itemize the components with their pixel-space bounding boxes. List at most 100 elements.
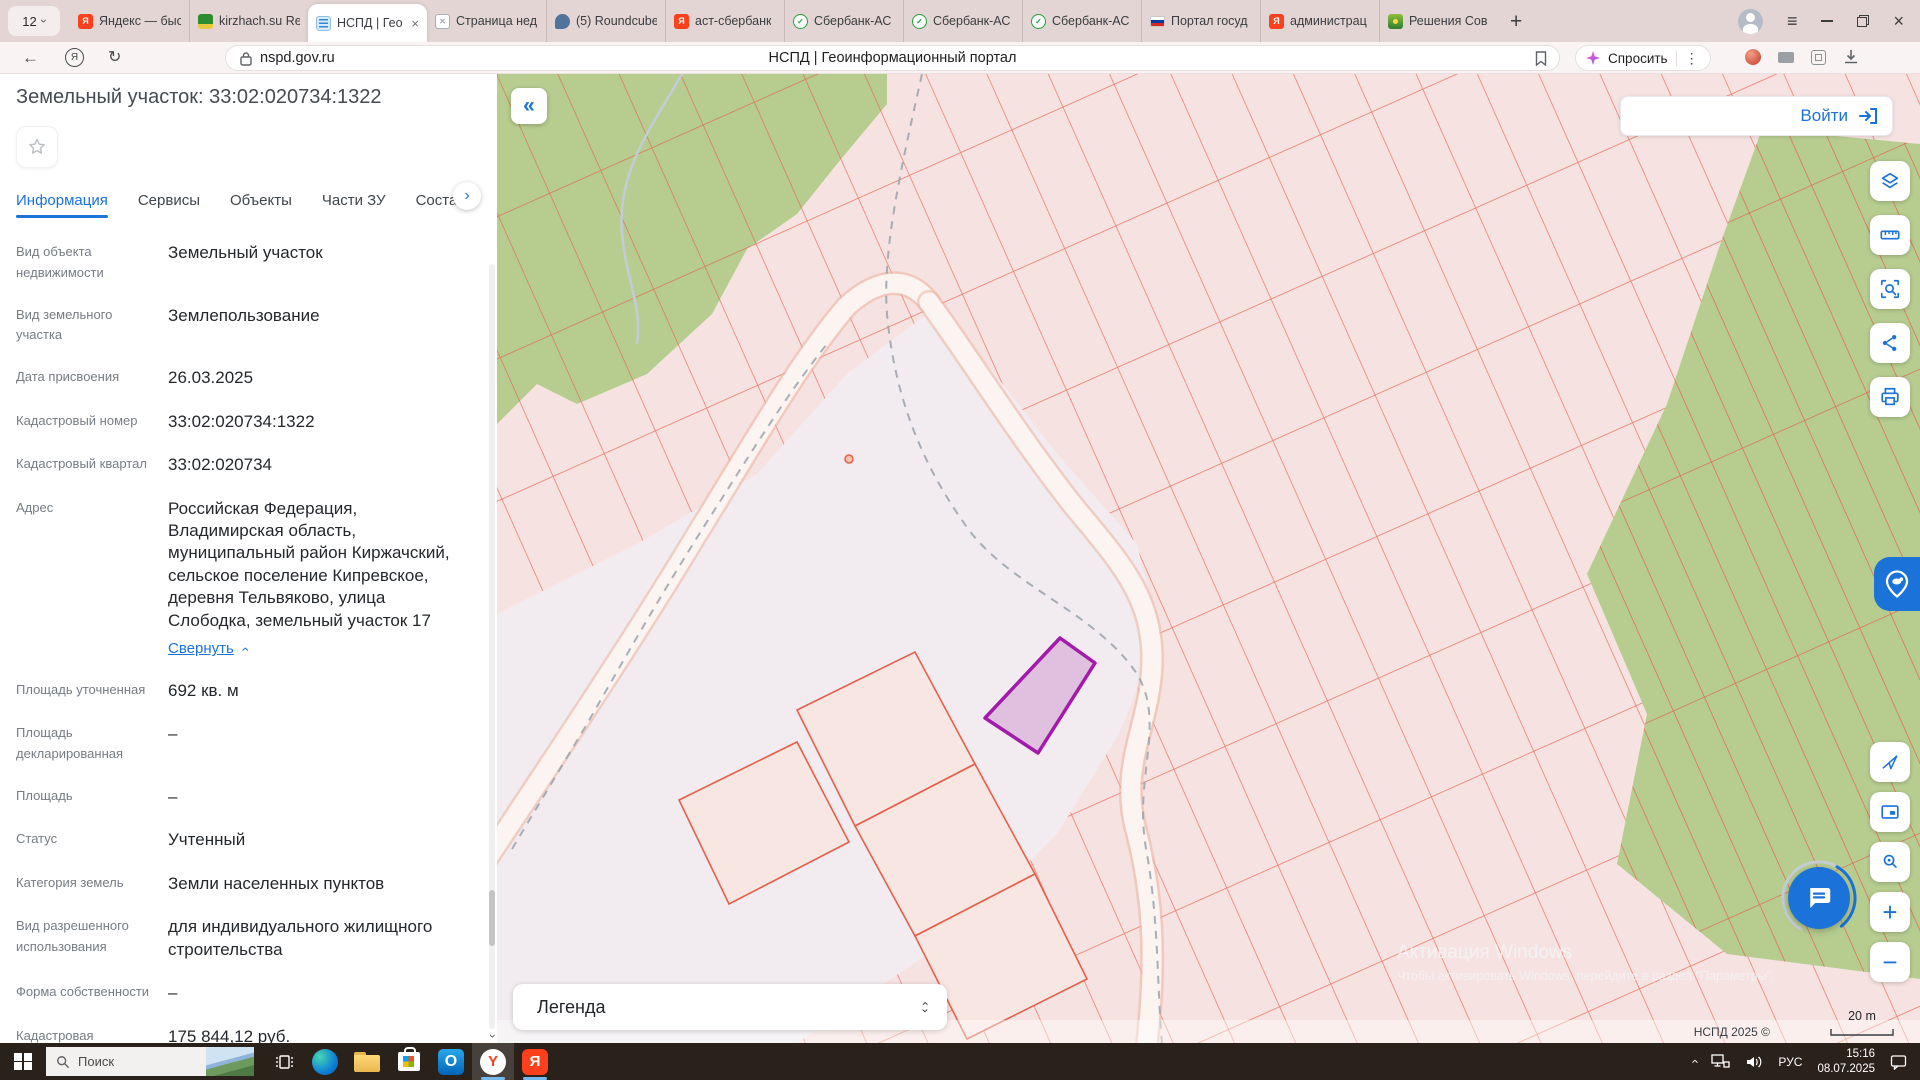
language-indicator[interactable]: РУС	[1778, 1055, 1802, 1069]
print-button[interactable]	[1870, 377, 1910, 417]
search-on-map-button[interactable]	[1870, 842, 1910, 882]
tab-close-icon[interactable]: ×	[411, 16, 419, 31]
start-button[interactable]	[0, 1043, 46, 1080]
emblem-favicon	[1388, 14, 1403, 29]
favorite-star-button[interactable]	[16, 126, 58, 168]
map-area[interactable]: « Войти	[497, 74, 1920, 1043]
login-button[interactable]: Войти	[1800, 106, 1848, 126]
yandex-home-icon[interactable]: Я	[65, 48, 84, 67]
login-bar[interactable]: Войти	[1620, 96, 1893, 136]
tray-expand-icon[interactable]: ›	[1687, 1059, 1702, 1063]
sberbank-check-favicon	[1031, 14, 1046, 29]
cadastral-map[interactable]	[497, 74, 1920, 1043]
browser-tab-administration[interactable]: администрац	[1260, 0, 1379, 42]
volume-icon[interactable]	[1745, 1055, 1763, 1069]
tabs-scroll-right-button[interactable]: ›	[453, 182, 481, 210]
field-row: Вид разрешенного использования для индив…	[16, 916, 467, 961]
taskbar-explorer[interactable]	[346, 1043, 388, 1080]
more-options-icon[interactable]: ⋮	[1685, 50, 1700, 67]
network-icon[interactable]	[1711, 1054, 1730, 1069]
share-button[interactable]	[1870, 323, 1910, 363]
browser-tab-roundcube[interactable]: (5) Roundcube	[546, 0, 665, 42]
layers-button[interactable]	[1870, 161, 1910, 201]
locate-me-button[interactable]	[1870, 742, 1910, 782]
task-view-button[interactable]	[266, 1043, 302, 1080]
field-row: Дата присвоения 26.03.2025	[16, 367, 467, 389]
overview-map-button[interactable]	[1870, 792, 1910, 832]
back-icon[interactable]: ←	[22, 49, 39, 66]
nspd-logo-icon	[1882, 569, 1912, 599]
tab-information[interactable]: Информация	[16, 192, 108, 209]
page-title: НСПД | Геоинформационный портал	[226, 50, 1559, 66]
login-icon	[1858, 107, 1878, 125]
tab-counter[interactable]: 12 ›	[8, 6, 60, 36]
extension-icon-3[interactable]	[1811, 50, 1826, 65]
legend-expand-icon[interactable]: ››	[923, 1000, 927, 1014]
address-collapse-link[interactable]: Свернуть ›	[168, 639, 467, 659]
chat-button[interactable]	[1788, 867, 1850, 929]
download-icon[interactable]	[1843, 49, 1859, 65]
taskbar-search[interactable]: Поиск	[46, 1047, 254, 1076]
browser-menu-icon[interactable]: ≡	[1787, 12, 1798, 30]
profile-avatar[interactable]	[1738, 9, 1763, 34]
browser-tab-sberbank-3[interactable]: Сбербанк-АС	[1022, 0, 1141, 42]
field-row: Площадь –	[16, 786, 467, 808]
address-value: Российская Федерация, Владимирская облас…	[168, 499, 450, 630]
zoom-out-button[interactable]: −	[1870, 942, 1910, 982]
extension-icon-1[interactable]	[1745, 49, 1761, 65]
tab-parcel-parts[interactable]: Части ЗУ	[322, 192, 386, 209]
notification-icon[interactable]	[1890, 1054, 1908, 1070]
scroll-down-icon[interactable]: ›	[486, 1034, 500, 1038]
field-row: Статус Учтенный	[16, 829, 467, 851]
taskbar-outlook[interactable]: O	[430, 1043, 472, 1080]
tab-services[interactable]: Сервисы	[138, 192, 200, 209]
browser-toolbar: ← Я ↻ nspd.gov.ru НСПД | Геоинформационн…	[0, 42, 1920, 74]
sparkle-icon	[1586, 51, 1600, 65]
ask-ai-button[interactable]: Спросить ⋮	[1575, 45, 1711, 71]
new-tab-button[interactable]: +	[1510, 11, 1522, 32]
field-row: Вид земельного участка Землепользование	[16, 305, 467, 347]
clock[interactable]: 15:16 08.07.2025	[1817, 1047, 1875, 1076]
minimize-icon[interactable]	[1821, 20, 1833, 22]
nspd-panel-tab[interactable]	[1874, 557, 1920, 611]
field-row: Кадастровый номер 33:02:020734:1322	[16, 411, 467, 433]
yandex-favicon	[78, 14, 93, 29]
browser-tab-yandex[interactable]: Яндекс — быс	[70, 0, 189, 42]
browser-tab-sberbank-2[interactable]: Сбербанк-АС	[903, 0, 1022, 42]
extension-icon-2[interactable]	[1778, 52, 1794, 63]
browser-tab-gosuslugi[interactable]: Портал госуд	[1141, 0, 1260, 42]
taskbar-edge[interactable]	[304, 1043, 346, 1080]
restore-window-icon[interactable]	[1857, 15, 1869, 27]
sidebar-collapse-button[interactable]: «	[511, 88, 547, 124]
yandex-browser-icon: Y	[480, 1049, 506, 1075]
reload-icon[interactable]: ↻	[108, 50, 121, 66]
tab-composition[interactable]: Соста	[416, 192, 458, 209]
legend-panel[interactable]: Легенда ››	[513, 984, 947, 1030]
close-window-icon[interactable]: ×	[1893, 12, 1904, 30]
bookmark-flag-icon[interactable]	[1535, 51, 1547, 66]
field-row: Категория земель Земли населенных пункто…	[16, 873, 467, 895]
taskbar-yandex[interactable]: Я	[514, 1043, 556, 1080]
print-icon	[1879, 386, 1901, 408]
parcel-title: Земельный участок: 33:02:020734:1322	[16, 86, 466, 109]
browser-tab-kirzhach[interactable]: kirzhach.su Re	[189, 0, 308, 42]
browser-tab-ast-sberbank[interactable]: аст-сбербанк	[665, 0, 784, 42]
measure-button[interactable]	[1870, 215, 1910, 255]
browser-tab-sberbank-1[interactable]: Сбербанк-АС	[784, 0, 903, 42]
area-search-button[interactable]	[1870, 269, 1910, 309]
broken-page-favicon	[435, 14, 450, 29]
search-highlight-image[interactable]	[206, 1047, 254, 1076]
navigation-arrow-icon	[1880, 752, 1900, 772]
browser-tab-page-unavailable[interactable]: Страница нед	[427, 0, 546, 42]
browser-tab-nspd-active[interactable]: НСПД | Гео ×	[308, 4, 427, 42]
taskbar-yandex-browser[interactable]: Y	[472, 1043, 514, 1080]
browser-tab-resheniya[interactable]: Решения Сов	[1379, 0, 1498, 42]
zoom-in-button[interactable]: +	[1870, 892, 1910, 932]
parcel-fields: Вид объекта недвижимости Земельный участ…	[16, 242, 467, 1080]
chat-bubble-icon	[1804, 883, 1834, 913]
ruler-icon	[1879, 224, 1901, 246]
tab-objects[interactable]: Объекты	[230, 192, 292, 209]
sidebar-scrollbar-thumb[interactable]	[489, 890, 495, 946]
address-bar[interactable]: nspd.gov.ru НСПД | Геоинформационный пор…	[225, 45, 1560, 71]
taskbar-store[interactable]	[388, 1043, 430, 1080]
